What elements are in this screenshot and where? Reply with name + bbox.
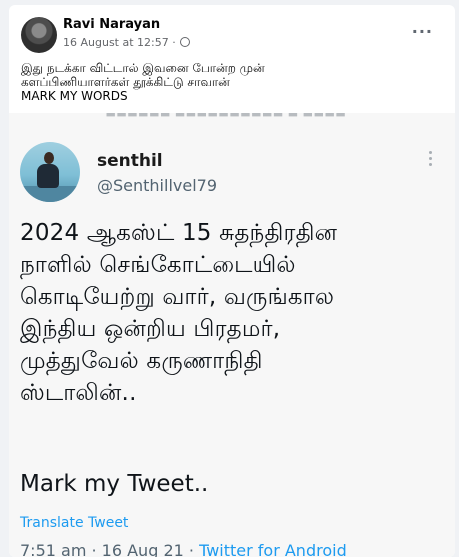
meta-separator: · (172, 36, 176, 49)
tweet-handle: @Senthillvel79 (97, 176, 218, 195)
author-avatar[interactable] (21, 17, 57, 53)
more-options-icon[interactable]: ··· (412, 22, 433, 41)
post-caption: இது நடக்கா விட்டால் இவனை போன்ற முன் களப்… (21, 61, 265, 103)
post-date[interactable]: 16 August at 12:57 (63, 36, 169, 49)
cutoff-text: —■■■■■■ ■■■■■■■■■■ ■ ■■■■ (94, 113, 346, 118)
tweet-avatar (20, 142, 80, 202)
tweet-closing: Mark my Tweet.. (20, 471, 209, 497)
tweet-more-icon (429, 151, 433, 169)
post-meta: 16 August at 12:57 · (63, 36, 191, 49)
tweet-body: 2024 ஆகஸ்ட் 15 சுதந்திரதின நாளில் செங்கோ… (20, 220, 338, 406)
translate-tweet-link: Translate Tweet (20, 515, 129, 531)
tweet-time: 7:51 am · 16 Aug 21 · (20, 541, 200, 557)
tweet-screenshot[interactable]: —■■■■■■ ■■■■■■■■■■ ■ ■■■■ senthil @Senth… (9, 113, 455, 557)
tweet-author-name: senthil (97, 151, 163, 171)
author-name[interactable]: Ravi Narayan (63, 17, 160, 32)
tweet-footer: 7:51 am · 16 Aug 21 · Twitter for Androi… (20, 541, 347, 557)
tweet-source: Twitter for Android (199, 541, 347, 557)
globe-icon (180, 37, 191, 47)
facebook-post: Ravi Narayan 16 August at 12:57 · ··· இத… (9, 5, 455, 557)
